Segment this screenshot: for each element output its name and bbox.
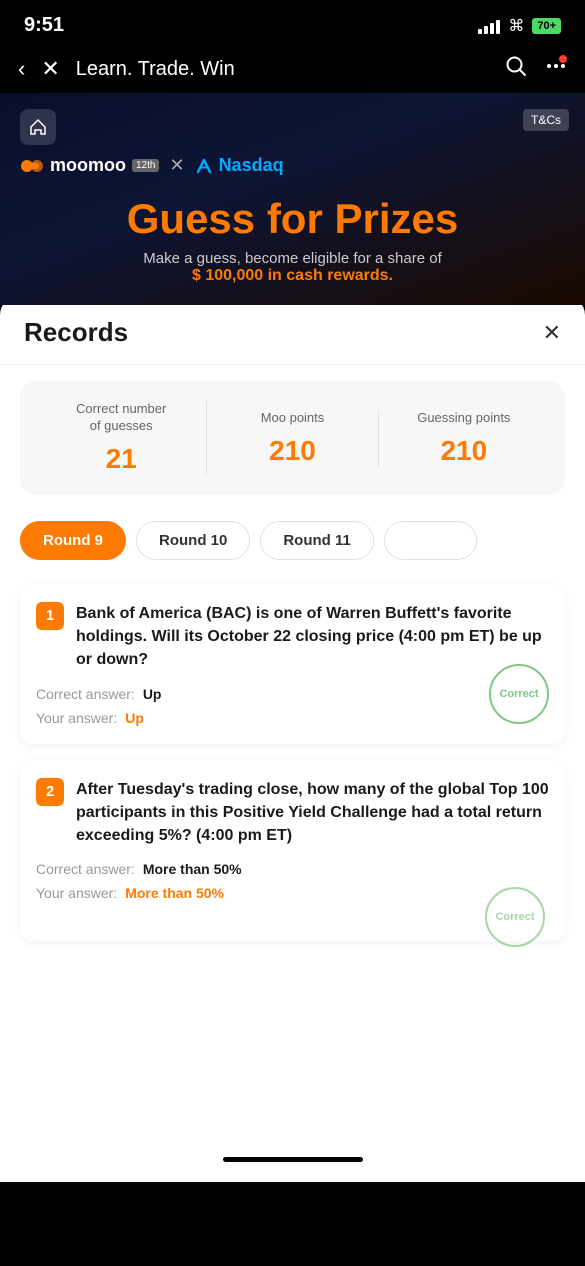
guessing-points-label: Guessing points bbox=[379, 410, 549, 427]
correct-guesses-stat: Correct numberof guesses 21 bbox=[36, 401, 207, 475]
guessing-points-stat: Guessing points 210 bbox=[379, 410, 549, 467]
banner-headline: Guess for Prizes bbox=[30, 196, 555, 242]
bottom-bar bbox=[0, 1145, 585, 1182]
question-1-header: 1 Bank of America (BAC) is one of Warren… bbox=[36, 602, 549, 672]
tc-button[interactable]: T&Cs bbox=[523, 109, 569, 131]
round-tabs: Round 9 Round 10 Round 11 Round bbox=[0, 511, 585, 576]
search-icon[interactable] bbox=[505, 55, 527, 83]
question-2-your-answer-row: Your answer: More than 50% bbox=[36, 885, 549, 901]
correct-guesses-label: Correct numberof guesses bbox=[36, 401, 206, 435]
your-answer-label-1: Your answer: bbox=[36, 710, 117, 726]
nav-bar: ‹ ✕ Learn. Trade. Win bbox=[0, 45, 585, 93]
moo-points-stat: Moo points 210 bbox=[207, 410, 378, 467]
question-1-number: 1 bbox=[36, 602, 64, 630]
signal-bars-icon bbox=[478, 18, 500, 34]
banner-subtext: Make a guess, become eligible for a shar… bbox=[30, 250, 555, 267]
home-indicator bbox=[223, 1157, 363, 1162]
question-2-correct-answer-row: Correct answer: More than 50% bbox=[36, 861, 549, 877]
banner-amount: $ 100,000 in cash rewards. bbox=[30, 267, 555, 285]
wifi-icon: ⌘ bbox=[508, 16, 524, 36]
question-2-number: 2 bbox=[36, 778, 64, 806]
banner-logos: moomoo 12th ✕ Nasdaq bbox=[20, 155, 565, 176]
battery-icon: 70+ bbox=[532, 18, 561, 34]
moomoo-logo: moomoo 12th bbox=[20, 155, 159, 176]
question-2-header: 2 After Tuesday's trading close, how man… bbox=[36, 778, 549, 848]
question-1-correct-answer-row: Correct answer: Up bbox=[36, 686, 549, 702]
more-options-icon[interactable] bbox=[545, 55, 567, 83]
banner: moomoo 12th ✕ Nasdaq T&Cs Guess for Priz… bbox=[0, 93, 585, 305]
correct-guesses-value: 21 bbox=[36, 443, 206, 475]
status-time: 9:51 bbox=[24, 14, 64, 37]
guessing-points-value: 210 bbox=[379, 435, 549, 467]
nav-right-icons bbox=[505, 55, 567, 83]
moo-points-label: Moo points bbox=[207, 410, 377, 427]
your-answer-value-1: Up bbox=[125, 710, 144, 726]
question-card-1: 1 Bank of America (BAC) is one of Warren… bbox=[20, 584, 565, 744]
stats-card: Correct numberof guesses 21 Moo points 2… bbox=[20, 381, 565, 495]
home-icon[interactable] bbox=[20, 109, 56, 145]
moomoo-text: moomoo bbox=[50, 155, 126, 176]
correct-answer-label-1: Correct answer: bbox=[36, 686, 135, 702]
nav-title: Learn. Trade. Win bbox=[76, 58, 489, 81]
your-answer-value-2: More than 50% bbox=[125, 885, 224, 901]
correct-answer-value-2: More than 50% bbox=[143, 861, 242, 877]
correct-stamp-2: Correct bbox=[485, 887, 545, 947]
round-tab-10[interactable]: Round 10 bbox=[136, 521, 250, 560]
question-1-your-answer-row: Your answer: Up bbox=[36, 710, 549, 726]
banner-headline-container: Guess for Prizes Make a guess, become el… bbox=[20, 186, 565, 285]
round-tab-partial[interactable]: Round bbox=[384, 521, 477, 560]
records-header: Records ✕ bbox=[0, 295, 585, 365]
close-button[interactable]: ✕ bbox=[41, 56, 59, 82]
correct-answer-label-2: Correct answer: bbox=[36, 861, 135, 877]
question-2-text: After Tuesday's trading close, how many … bbox=[76, 778, 549, 848]
question-1-text: Bank of America (BAC) is one of Warren B… bbox=[76, 602, 549, 672]
status-icons: ⌘ 70+ bbox=[478, 16, 561, 36]
records-title: Records bbox=[24, 317, 128, 348]
records-close-button[interactable]: ✕ bbox=[543, 320, 561, 346]
correct-stamp-1: Correct bbox=[489, 664, 549, 724]
questions-list: 1 Bank of America (BAC) is one of Warren… bbox=[0, 576, 585, 965]
your-answer-label-2: Your answer: bbox=[36, 885, 117, 901]
banner-x: ✕ bbox=[169, 155, 184, 176]
correct-stamp-2-container: Correct bbox=[485, 887, 549, 951]
correct-answer-value-1: Up bbox=[143, 686, 162, 702]
moo-points-value: 210 bbox=[207, 435, 377, 467]
round-tab-9[interactable]: Round 9 bbox=[20, 521, 126, 560]
back-button[interactable]: ‹ bbox=[18, 56, 25, 82]
moomoo-badge: 12th bbox=[132, 159, 159, 172]
round-tab-11[interactable]: Round 11 bbox=[260, 521, 374, 560]
status-bar: 9:51 ⌘ 70+ bbox=[0, 0, 585, 45]
notification-dot bbox=[559, 55, 567, 63]
question-card-2: 2 After Tuesday's trading close, how man… bbox=[20, 760, 565, 942]
records-panel: Records ✕ Correct numberof guesses 21 Mo… bbox=[0, 295, 585, 1145]
nasdaq-logo: Nasdaq bbox=[195, 155, 284, 176]
